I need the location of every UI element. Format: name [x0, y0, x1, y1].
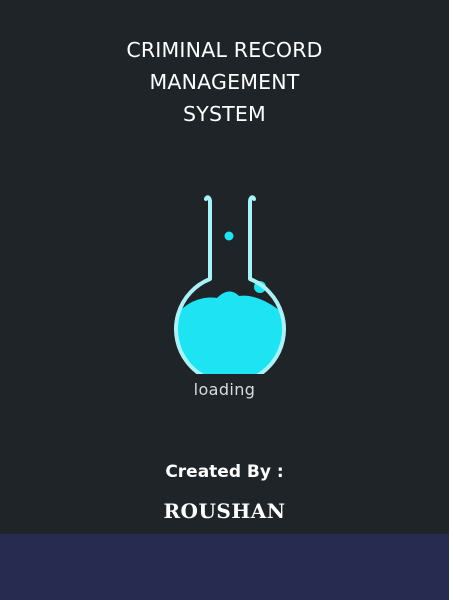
- flask-rim-right: [248, 195, 256, 204]
- bubble-small: [224, 231, 234, 241]
- app-title: CRIMINAL RECORD MANAGEMENT SYSTEM: [0, 34, 449, 130]
- app-title-line-1: CRIMINAL RECORD: [126, 38, 323, 62]
- app-title-line-3: SYSTEM: [183, 102, 266, 126]
- flask-rim-left: [204, 195, 212, 204]
- loading-animation: [165, 192, 295, 374]
- footer-band: [0, 534, 449, 600]
- splash-screen: CRIMINAL RECORD MANAGEMENT SYSTEM loadin…: [0, 0, 449, 600]
- flask-icon: [174, 195, 286, 374]
- author-name: ROUSHAN: [163, 499, 286, 523]
- app-title-line-2: MANAGEMENT: [149, 70, 300, 94]
- loading-label: loading: [193, 380, 256, 399]
- credit-label: Created By :: [165, 462, 284, 482]
